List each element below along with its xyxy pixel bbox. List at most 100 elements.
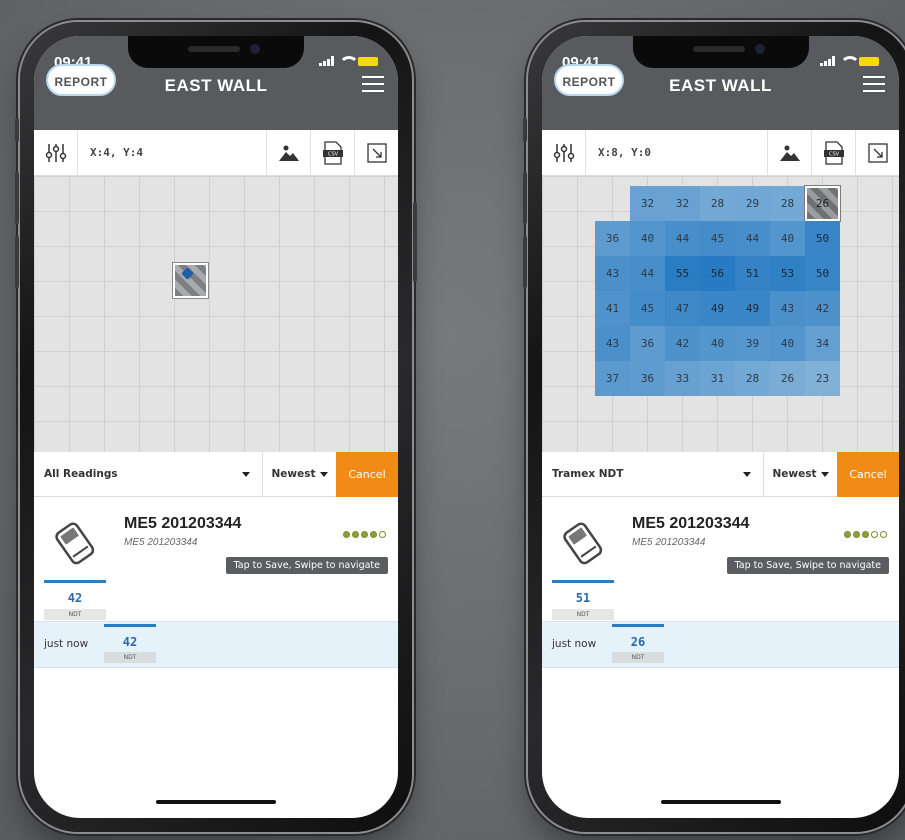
device-serial: ME5 201203344 bbox=[124, 537, 198, 548]
heatmap-cell[interactable]: 26 bbox=[770, 361, 805, 396]
tap-hint: Tap to Save, Swipe to navigate bbox=[225, 557, 388, 574]
heatmap-cell[interactable]: 23 bbox=[805, 361, 840, 396]
heatmap-cell[interactable]: 32 bbox=[665, 186, 700, 221]
current-reading-card[interactable]: ME5 201203344 ME5 201203344 Tap to Save,… bbox=[542, 497, 899, 622]
expand-icon[interactable] bbox=[855, 129, 899, 176]
heatmap-cell[interactable]: 36 bbox=[630, 326, 665, 361]
history-time: just now bbox=[44, 638, 89, 650]
device-name: ME5 201203344 bbox=[632, 515, 750, 532]
heatmap-cell[interactable]: 36 bbox=[630, 361, 665, 396]
reading-filter-value: All Readings bbox=[44, 468, 118, 480]
reading-value: 51 bbox=[575, 591, 591, 605]
heatmap-cell[interactable]: 45 bbox=[700, 221, 735, 256]
reading-point-icon bbox=[181, 267, 194, 280]
heatmap-cell[interactable]: 42 bbox=[805, 291, 840, 326]
filter-bar: Tramex NDT Newest Cancel bbox=[542, 451, 899, 497]
csv-export-icon[interactable]: CSV bbox=[811, 129, 855, 176]
heatmap-cell[interactable]: 29 bbox=[735, 186, 770, 221]
home-indicator[interactable] bbox=[156, 800, 276, 804]
expand-icon[interactable] bbox=[354, 129, 398, 176]
heatmap-cell[interactable]: 40 bbox=[630, 221, 665, 256]
quality-dot bbox=[343, 531, 350, 538]
value-bar bbox=[612, 624, 664, 627]
heatmap-cell[interactable]: 56 bbox=[700, 256, 735, 291]
history-mode-tag: NDT bbox=[612, 652, 664, 663]
hamburger-menu-icon[interactable] bbox=[362, 76, 384, 92]
heatmap-cell[interactable]: 51 bbox=[735, 256, 770, 291]
heatmap-cell[interactable]: 28 bbox=[700, 186, 735, 221]
reading-filter-select[interactable]: All Readings bbox=[34, 468, 262, 480]
battery-icon bbox=[859, 56, 879, 66]
heatmap-cell[interactable]: 41 bbox=[595, 291, 630, 326]
notch bbox=[128, 36, 304, 68]
selected-grid-cell[interactable] bbox=[172, 262, 209, 299]
sort-value: Newest bbox=[271, 468, 316, 480]
quality-dots bbox=[844, 531, 887, 538]
home-indicator[interactable] bbox=[660, 800, 781, 804]
csv-export-icon[interactable]: CSV bbox=[310, 129, 354, 176]
chevron-down-icon bbox=[319, 471, 328, 477]
heatmap-cell[interactable]: 44 bbox=[665, 221, 700, 256]
heatmap-cell[interactable]: 43 bbox=[595, 256, 630, 291]
image-icon[interactable] bbox=[767, 129, 811, 176]
sort-select[interactable]: Newest bbox=[262, 451, 336, 497]
heatmap-cell[interactable]: 44 bbox=[630, 256, 665, 291]
history-row[interactable]: just now 26 NDT bbox=[542, 622, 899, 668]
cancel-button[interactable]: Cancel bbox=[837, 451, 899, 497]
device-name: ME5 201203344 bbox=[124, 515, 242, 532]
signal-icon bbox=[319, 56, 334, 66]
heatmap-cell[interactable]: 42 bbox=[665, 326, 700, 361]
heatmap-cell[interactable]: 26 bbox=[804, 185, 841, 222]
heatmap-cell[interactable]: 55 bbox=[665, 256, 700, 291]
reading-filter-select[interactable]: Tramex NDT bbox=[542, 468, 763, 480]
heatmap-cell[interactable]: 37 bbox=[595, 361, 630, 396]
heatmap-cell[interactable]: 28 bbox=[770, 186, 805, 221]
coordinates-readout: X:8, Y:0 bbox=[598, 146, 651, 159]
heatmap-cell[interactable]: 43 bbox=[770, 291, 805, 326]
heatmap-cell[interactable]: 40 bbox=[770, 221, 805, 256]
current-reading-card[interactable]: ME5 201203344 ME5 201203344 Tap to Save,… bbox=[34, 497, 398, 622]
history-row[interactable]: just now 42 NDT bbox=[34, 622, 398, 668]
quality-dot bbox=[853, 531, 860, 538]
hamburger-menu-icon[interactable] bbox=[863, 76, 885, 92]
heatmap-cell[interactable]: 53 bbox=[770, 256, 805, 291]
heatmap-cell[interactable]: 50 bbox=[805, 221, 840, 256]
cancel-button[interactable]: Cancel bbox=[336, 451, 398, 497]
heatmap-cell[interactable]: 40 bbox=[770, 326, 805, 361]
app-screen: 09:41 REPORT EAST WALL X:4, Y:4 CSV All … bbox=[34, 36, 398, 818]
heatmap-cell[interactable]: 32 bbox=[630, 186, 665, 221]
heatmap-cell[interactable]: 47 bbox=[665, 291, 700, 326]
history-mode-tag: NDT bbox=[104, 652, 156, 663]
measurement-grid[interactable]: 32 32 28 29 28 26 36 40 44 45 44 40 50 43 44 55 56 51 53 50… bbox=[542, 176, 899, 452]
heatmap-cell[interactable]: 49 bbox=[700, 291, 735, 326]
reading-mode-tag: NDT bbox=[552, 609, 614, 620]
heatmap-cell[interactable]: 40 bbox=[700, 326, 735, 361]
heatmap-cell[interactable]: 34 bbox=[805, 326, 840, 361]
heatmap-cell[interactable]: 28 bbox=[735, 361, 770, 396]
heatmap-cell[interactable]: 45 bbox=[630, 291, 665, 326]
power-button bbox=[413, 202, 417, 282]
heatmap-cell[interactable]: 50 bbox=[805, 256, 840, 291]
heatmap-cell[interactable]: 33 bbox=[665, 361, 700, 396]
measurement-grid[interactable] bbox=[34, 176, 398, 452]
heatmap-cell[interactable]: 36 bbox=[595, 221, 630, 256]
heatmap-cell[interactable]: 49 bbox=[735, 291, 770, 326]
svg-text:CSV: CSV bbox=[828, 151, 839, 157]
sort-select[interactable]: Newest bbox=[763, 451, 837, 497]
sliders-icon[interactable] bbox=[542, 129, 586, 176]
grid-toolbar: X:8, Y:0 CSV bbox=[542, 129, 899, 176]
value-bar bbox=[552, 580, 614, 583]
volume-down-button bbox=[523, 236, 527, 288]
battery-icon bbox=[358, 56, 378, 66]
mute-switch bbox=[15, 118, 19, 142]
quality-dots bbox=[343, 531, 386, 538]
device-serial: ME5 201203344 bbox=[632, 537, 706, 548]
moisture-heatmap[interactable]: 32 32 28 29 28 26 36 40 44 45 44 40 50 43 44 55 56 51 53 50… bbox=[595, 185, 841, 396]
image-icon[interactable] bbox=[266, 129, 310, 176]
heatmap-cell[interactable]: 44 bbox=[735, 221, 770, 256]
signal-icon bbox=[820, 56, 835, 66]
heatmap-cell[interactable]: 31 bbox=[700, 361, 735, 396]
heatmap-cell[interactable]: 43 bbox=[595, 326, 630, 361]
heatmap-cell[interactable]: 39 bbox=[735, 326, 770, 361]
sliders-icon[interactable] bbox=[34, 129, 78, 176]
